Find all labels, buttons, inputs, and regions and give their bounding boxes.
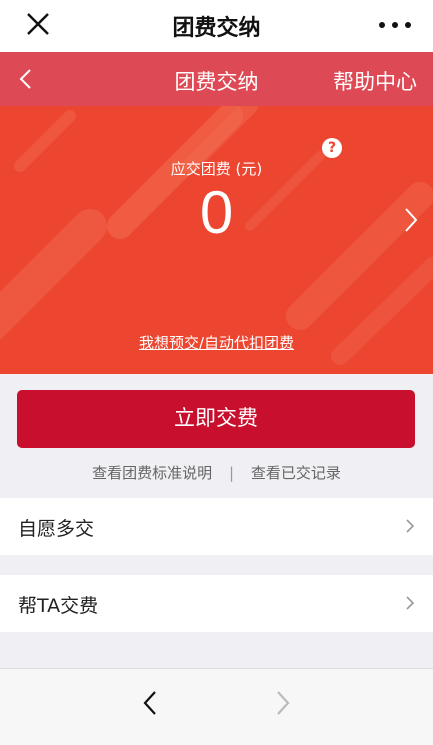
more-icon[interactable] bbox=[379, 22, 411, 28]
option-pay-for-others[interactable]: 帮TA交费 bbox=[0, 575, 433, 632]
back-arrow-icon[interactable] bbox=[141, 689, 159, 717]
amount-due-label: 应交团费 (元) bbox=[170, 160, 263, 178]
chevron-right-icon bbox=[405, 518, 415, 534]
help-question-icon[interactable]: ? bbox=[322, 138, 342, 158]
chevron-right-icon[interactable] bbox=[403, 206, 419, 234]
amount-due-value: 0 bbox=[199, 179, 234, 246]
pay-area: 立即交费 查看团费标准说明 | 查看已交记录 bbox=[0, 374, 433, 498]
top-bar: 团费交纳 bbox=[0, 0, 433, 52]
forward-arrow-icon[interactable] bbox=[274, 689, 292, 717]
option-voluntary-extra[interactable]: 自愿多交 bbox=[0, 498, 433, 555]
more-dot bbox=[379, 22, 385, 28]
fee-links: 查看团费标准说明 | 查看已交记录 bbox=[0, 462, 433, 483]
prepay-autodebit-link[interactable]: 我想预交/自动代扣团费 bbox=[0, 332, 433, 353]
pay-now-button[interactable]: 立即交费 bbox=[17, 390, 415, 448]
page-header: 团费交纳 帮助中心 bbox=[0, 52, 433, 106]
bottom-nav-bar bbox=[0, 668, 433, 745]
more-dot bbox=[405, 22, 411, 28]
link-separator: | bbox=[228, 464, 235, 482]
paid-records-link[interactable]: 查看已交记录 bbox=[251, 464, 341, 482]
option-label: 帮TA交费 bbox=[18, 595, 99, 617]
help-center-link[interactable]: 帮助中心 bbox=[333, 66, 417, 96]
fee-summary-panel: ? 应交团费 (元) 0 我想预交/自动代扣团费 bbox=[0, 106, 433, 374]
chevron-right-icon bbox=[405, 595, 415, 611]
window-title: 团费交纳 bbox=[172, 16, 261, 41]
more-dot bbox=[392, 22, 398, 28]
option-label: 自愿多交 bbox=[18, 518, 95, 540]
fee-standard-link[interactable]: 查看团费标准说明 bbox=[92, 464, 212, 482]
